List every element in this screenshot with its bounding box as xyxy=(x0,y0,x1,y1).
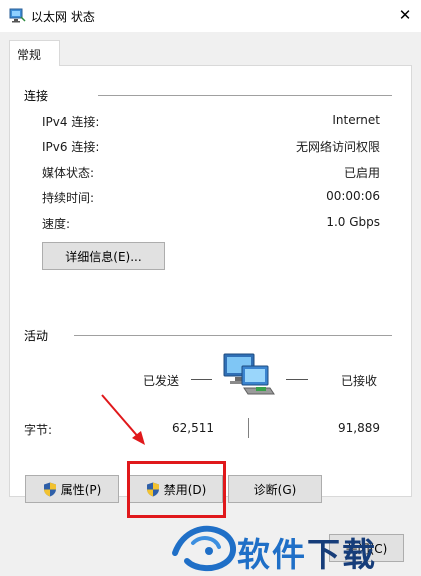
diagnose-button[interactable]: 诊断(G) xyxy=(228,475,322,503)
activity-group-divider xyxy=(74,335,392,336)
duration-value: 00:00:06 xyxy=(326,189,380,203)
activity-group-label: 活动 xyxy=(24,329,49,343)
connection-group-divider xyxy=(98,95,392,96)
watermark-text-blue: 软件 xyxy=(237,535,307,574)
details-button[interactable]: 详细信息(E)... xyxy=(42,242,165,270)
received-dash xyxy=(286,379,308,380)
properties-button-label: 属性(P) xyxy=(60,482,102,497)
duration-label: 持续时间: xyxy=(42,191,95,205)
bytes-received-value: 91,889 xyxy=(338,421,380,435)
media-state-label: 媒体状态: xyxy=(42,166,95,180)
window-title: 以太网 状态 xyxy=(31,10,95,24)
uac-shield-icon xyxy=(43,482,56,496)
watermark-text: 软件下载 xyxy=(237,528,377,576)
bytes-label: 字节: xyxy=(24,423,53,437)
title-bar: 以太网 状态 ✕ xyxy=(0,0,421,32)
ipv6-value: 无网络访问权限 xyxy=(295,140,380,154)
received-label: 已接收 xyxy=(341,374,378,388)
tab-general-label: 常规 xyxy=(17,48,42,62)
connection-group-label: 连接 xyxy=(24,89,49,103)
watermark-text-dark: 下载 xyxy=(307,535,377,574)
network-icon xyxy=(9,8,26,23)
annotation-arrow xyxy=(101,394,145,445)
ipv6-label: IPv6 连接: xyxy=(42,140,100,154)
network-computers-icon xyxy=(223,353,275,395)
media-state-value: 已启用 xyxy=(343,166,380,180)
speed-value: 1.0 Gbps xyxy=(326,215,380,229)
tab-general[interactable]: 常规 xyxy=(9,40,60,66)
properties-button[interactable]: 属性(P) xyxy=(25,475,119,503)
sent-dash xyxy=(191,379,212,380)
window-close-button[interactable]: ✕ xyxy=(389,0,421,32)
ipv4-value: Internet xyxy=(332,113,380,127)
speed-label: 速度: xyxy=(42,217,71,231)
bytes-sent-value: 62,511 xyxy=(172,421,214,435)
bytes-separator xyxy=(248,418,249,438)
annotation-highlight-box xyxy=(127,461,226,518)
ipv4-label: IPv4 连接: xyxy=(42,115,100,129)
sent-label: 已发送 xyxy=(143,374,180,388)
